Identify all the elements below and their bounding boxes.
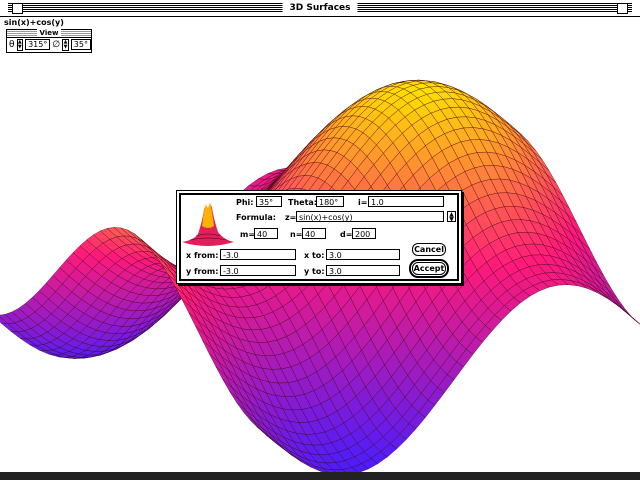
y-to-input[interactable]: 3.0 — [326, 265, 400, 276]
y-from-input[interactable]: -3.0 — [220, 265, 296, 276]
y-to-label: y to: — [304, 267, 325, 276]
z-label: z= — [285, 213, 297, 222]
x-from-input[interactable]: -3.0 — [220, 249, 296, 260]
accept-button[interactable]: Accept — [409, 259, 449, 278]
phi-value: 35° — [70, 39, 91, 50]
x-to-input[interactable]: 3.0 — [326, 249, 400, 260]
phi-stepper[interactable]: ▲ ▼ — [62, 38, 69, 51]
close-box[interactable] — [12, 3, 23, 14]
surface-mesh-patch — [627, 314, 640, 325]
m-input[interactable]: 40 — [254, 228, 278, 239]
theta-icon: θ — [9, 39, 15, 50]
m-label: m= — [240, 230, 256, 239]
surface-thumbnail-icon — [182, 202, 234, 246]
formula-label: Formula: — [236, 213, 276, 222]
window-title-bar[interactable]: 3D Surfaces — [0, 0, 640, 17]
zoom-box[interactable] — [617, 3, 628, 14]
formula-caption: sin(x)+cos(y) — [4, 18, 64, 27]
view-palette: View θ ▲ ▼ 315° ∅ ▲ ▼ 35° — [6, 29, 92, 53]
view-palette-title: View — [36, 29, 62, 37]
cancel-button[interactable]: Cancel — [412, 243, 446, 256]
formula-popup-arrows[interactable]: ▲ ▼ — [447, 211, 456, 223]
phi-input[interactable]: 35° — [256, 196, 282, 207]
bottom-bar — [0, 472, 640, 480]
theta-value: 315° — [25, 39, 51, 50]
theta-label: Theta: — [288, 198, 317, 207]
formula-input[interactable]: sin(x)+cos(y) — [296, 211, 444, 222]
i-label: i= — [358, 198, 368, 207]
surface-mesh-patch — [614, 298, 631, 316]
x-from-label: x from: — [186, 251, 219, 260]
theta-input[interactable]: 180° — [316, 196, 344, 207]
d-input[interactable]: 200 — [352, 228, 376, 239]
phi-label: Phi: — [236, 198, 254, 207]
n-input[interactable]: 40 — [302, 228, 326, 239]
view-palette-title-bar[interactable]: View — [7, 29, 91, 38]
x-to-label: x to: — [304, 251, 325, 260]
n-label: n= — [290, 230, 303, 239]
i-input[interactable]: 1.0 — [368, 196, 444, 207]
phi-icon: ∅ — [52, 39, 61, 50]
window-title: 3D Surfaces — [282, 1, 358, 15]
d-label: d= — [340, 230, 353, 239]
theta-stepper[interactable]: ▲ ▼ — [16, 38, 24, 51]
y-from-label: y from: — [186, 267, 219, 276]
